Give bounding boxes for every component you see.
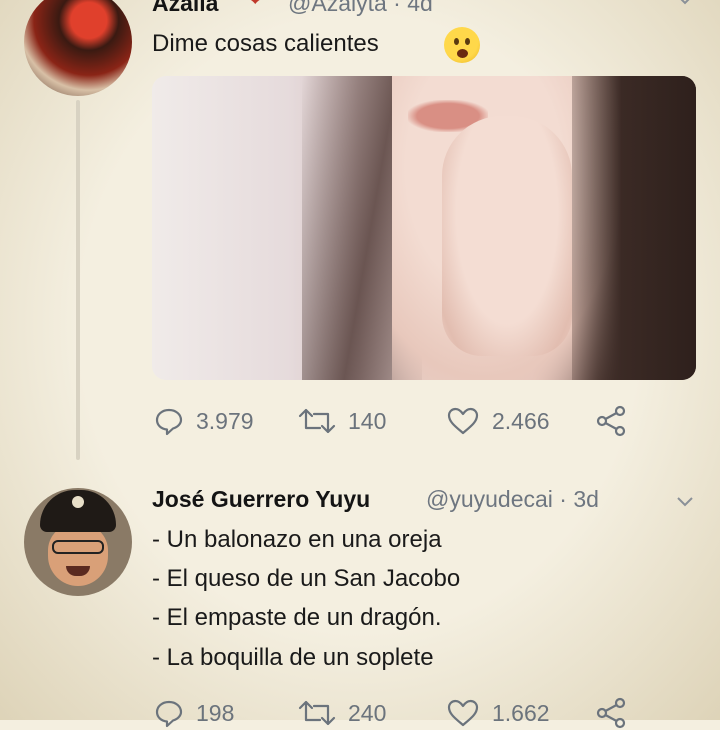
author-name[interactable]: José Guerrero Yuyu <box>152 486 370 513</box>
share-icon[interactable] <box>594 404 628 438</box>
author-handle-time[interactable]: @Azalyta · 4d <box>288 0 433 17</box>
tweet-line: - El empaste de un dragón. <box>152 604 442 631</box>
avatar[interactable] <box>24 488 132 596</box>
retweet-icon <box>298 408 336 434</box>
tweet-photo[interactable] <box>152 76 696 380</box>
author-name[interactable]: Azalia <box>152 0 218 17</box>
tweet-line: - La boquilla de un soplete <box>152 644 434 671</box>
author-handle-time[interactable]: @yuyudecai · 3d <box>426 486 599 513</box>
heart-emoji-icon: ❤ <box>246 0 270 11</box>
retweet-count: 240 <box>348 699 387 726</box>
heart-icon <box>447 407 479 435</box>
reply-count: 3.979 <box>196 407 254 434</box>
chevron-down-icon[interactable] <box>676 0 694 6</box>
reply-button[interactable]: 3.979 <box>154 406 254 436</box>
thread-connector <box>76 100 80 460</box>
tweet-line: - Un balonazo en una oreja <box>152 526 442 553</box>
tweet-text: Dime cosas calientes <box>152 30 379 57</box>
hot-face-emoji-icon <box>444 27 480 63</box>
heart-icon <box>447 699 479 727</box>
like-button[interactable]: 1.662 <box>446 698 550 728</box>
reply-button[interactable]: 198 <box>154 698 234 728</box>
like-button[interactable]: 2.466 <box>446 406 550 436</box>
retweet-icon <box>298 700 336 726</box>
retweet-button[interactable]: 240 <box>298 698 386 728</box>
like-count: 1.662 <box>492 699 550 726</box>
tweet-line: - El queso de un San Jacobo <box>152 565 461 592</box>
retweet-count: 140 <box>348 407 387 434</box>
chevron-down-icon[interactable] <box>676 496 694 508</box>
like-count: 2.466 <box>492 407 550 434</box>
avatar[interactable] <box>24 0 132 96</box>
share-icon[interactable] <box>594 696 628 730</box>
retweet-button[interactable]: 140 <box>298 406 386 436</box>
reply-icon <box>155 700 183 728</box>
reply-icon <box>155 408 183 436</box>
reply-count: 198 <box>196 699 235 726</box>
